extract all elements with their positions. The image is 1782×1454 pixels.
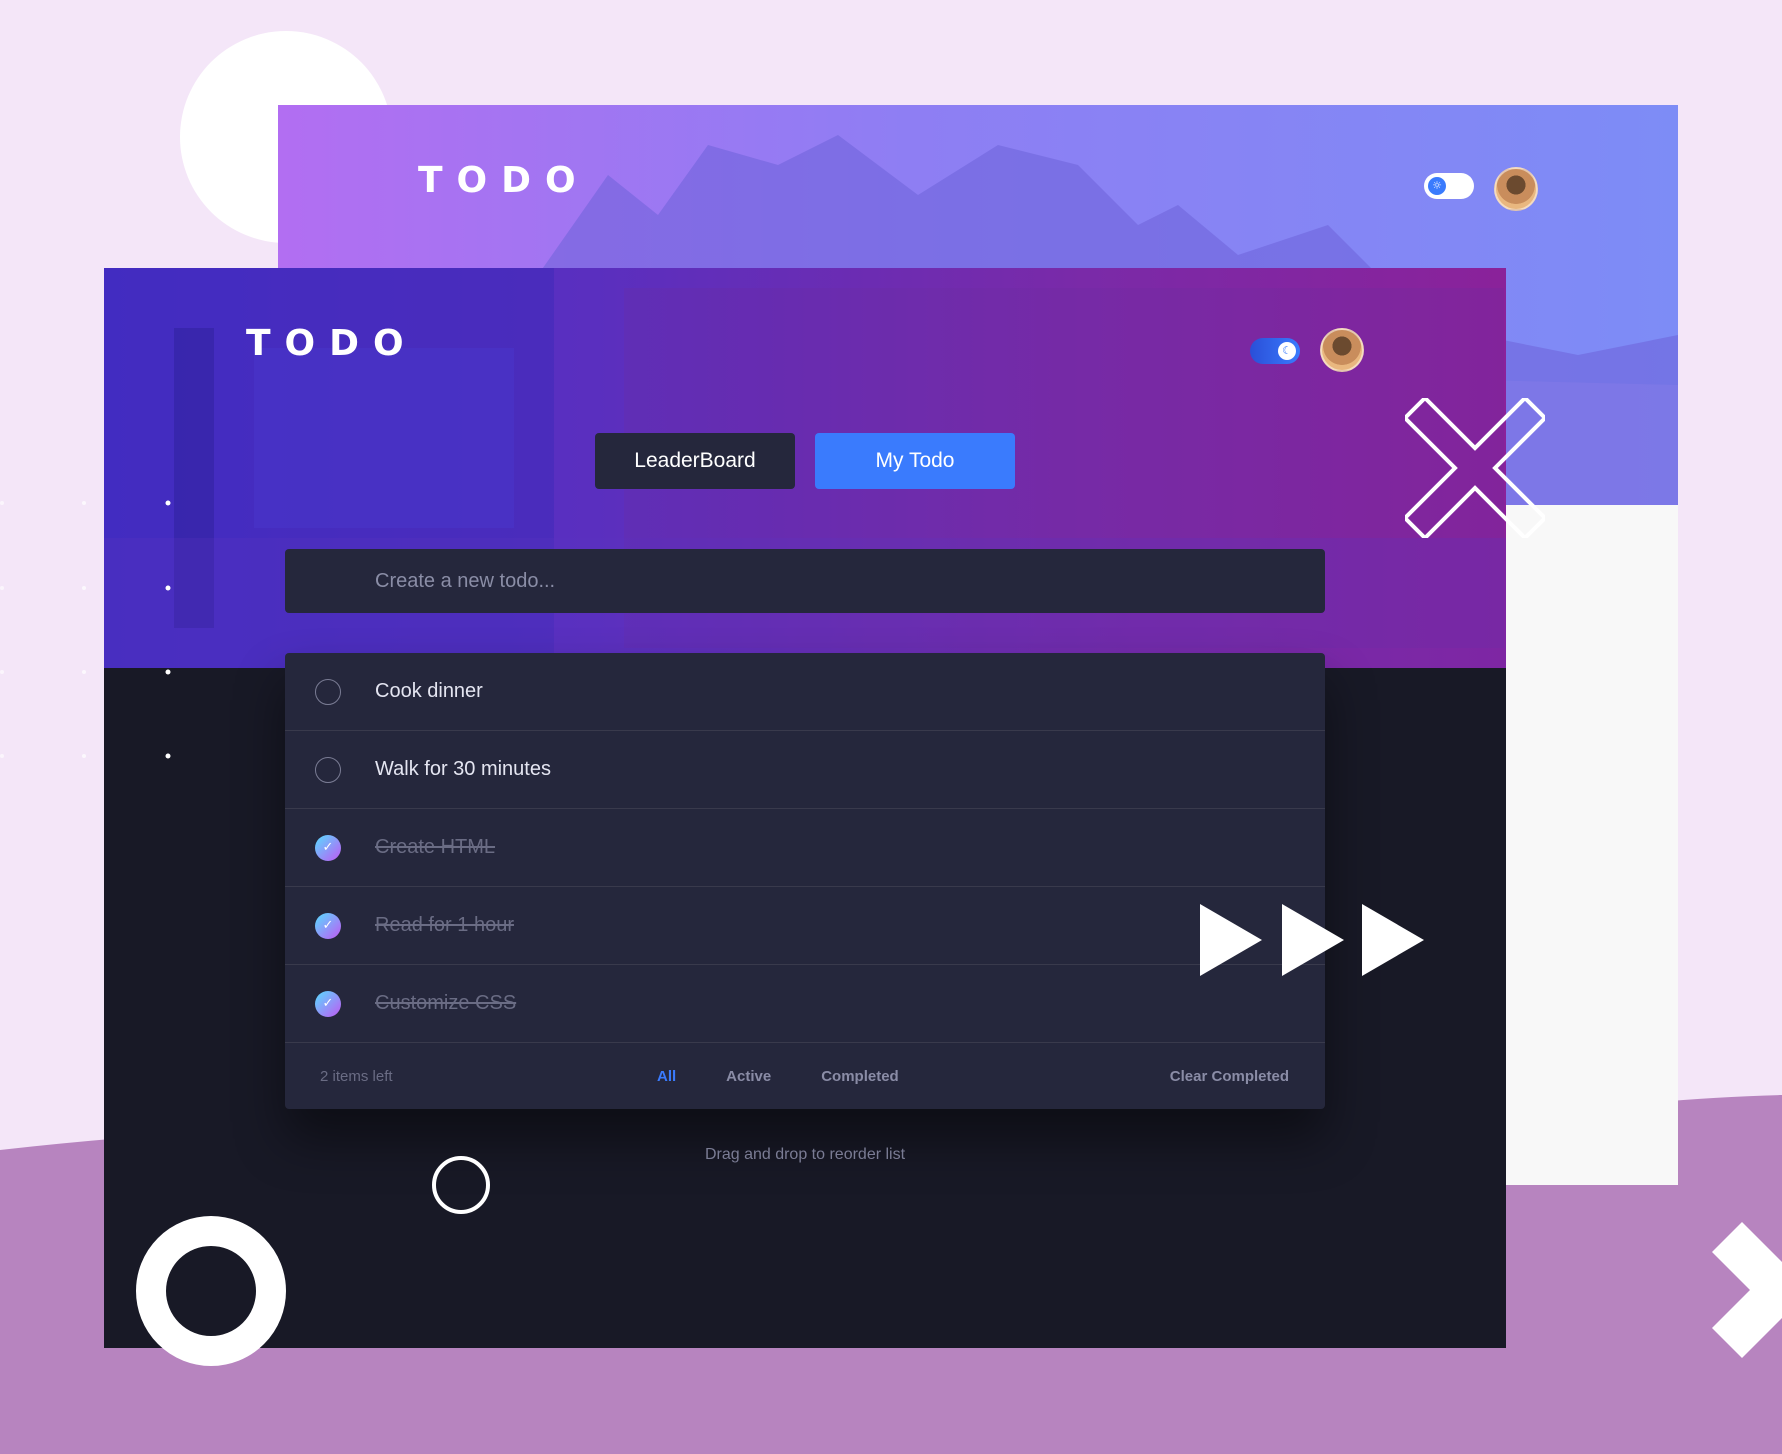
theme-toggle[interactable]: ☼ xyxy=(1424,173,1474,199)
clear-completed-button[interactable]: Clear Completed xyxy=(1170,1068,1289,1085)
todo-item[interactable]: ✓ Create HTML xyxy=(285,809,1325,887)
chevron-decoration xyxy=(1712,1222,1782,1358)
theme-toggle[interactable]: ☾ xyxy=(1250,338,1300,364)
check-icon[interactable]: ✓ xyxy=(315,913,341,939)
drag-hint: Drag and drop to reorder list xyxy=(704,1146,906,1163)
large-ring-decoration xyxy=(136,1216,286,1366)
todo-list: Cook dinner Walk for 30 minutes ✓ Create… xyxy=(285,653,1325,1109)
filter-completed[interactable]: Completed xyxy=(821,1068,899,1085)
todo-item[interactable]: ✓ Customize CSS xyxy=(285,965,1325,1043)
todo-item[interactable]: Cook dinner xyxy=(285,653,1325,731)
triangle-arrows-decoration xyxy=(1200,904,1424,976)
todo-text: Cook dinner xyxy=(375,680,483,702)
todo-text: Create HTML xyxy=(375,836,496,858)
tab-my-todo[interactable]: My Todo xyxy=(815,433,1015,489)
check-icon[interactable]: ✓ xyxy=(315,991,341,1017)
todo-item[interactable]: Walk for 30 minutes xyxy=(285,731,1325,809)
dark-mode-window: TODO ☾ LeaderBoard My Todo Cook dinner W… xyxy=(104,268,1506,1348)
filter-group: All Active Completed xyxy=(657,1068,899,1085)
todo-item[interactable]: ✓ Read for 1 hour xyxy=(285,887,1325,965)
x-shape-decoration xyxy=(1405,398,1545,538)
filter-all[interactable]: All xyxy=(657,1068,676,1085)
new-todo-input[interactable] xyxy=(375,569,1325,593)
list-footer: 2 items left All Active Completed Clear … xyxy=(285,1043,1325,1109)
sun-icon: ☼ xyxy=(1428,177,1446,195)
dots-decoration xyxy=(0,500,171,759)
todo-checkbox[interactable] xyxy=(315,757,341,783)
todo-text: Read for 1 hour xyxy=(375,914,514,936)
app-logo: TODO xyxy=(418,160,590,201)
todo-checkbox[interactable] xyxy=(315,679,341,705)
check-icon[interactable]: ✓ xyxy=(315,835,341,861)
app-logo: TODO xyxy=(246,323,418,364)
items-left-count: 2 items left xyxy=(320,1067,393,1085)
new-todo-field[interactable] xyxy=(285,549,1325,613)
small-ring-decoration xyxy=(432,1156,490,1214)
user-avatar[interactable] xyxy=(1320,328,1364,372)
user-avatar[interactable] xyxy=(1494,167,1538,211)
todo-text: Walk for 30 minutes xyxy=(375,758,551,780)
todo-text: Customize CSS xyxy=(375,992,517,1014)
tab-leaderboard[interactable]: LeaderBoard xyxy=(595,433,795,489)
filter-active[interactable]: Active xyxy=(726,1068,771,1085)
moon-icon: ☾ xyxy=(1278,342,1296,360)
